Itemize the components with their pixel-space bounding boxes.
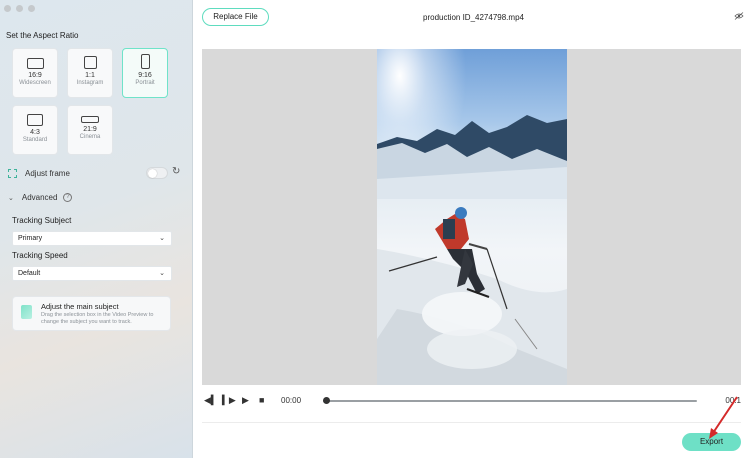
adjust-subject-hint: Adjust the main subject Drag the selecti… xyxy=(12,296,171,331)
adjust-frame-row: Adjust frame ↻ xyxy=(8,166,184,180)
skier-scene-image xyxy=(377,49,567,385)
cinema-icon xyxy=(81,116,99,123)
step-forward-icon[interactable]: ▍▶ xyxy=(222,395,236,406)
step-back-icon[interactable]: ◀▍ xyxy=(204,395,218,406)
stop-icon[interactable]: ■ xyxy=(259,395,264,405)
adjust-frame-label: Adjust frame xyxy=(25,168,70,178)
ratio-value: 16:9 xyxy=(28,72,42,79)
ratio-9-16-card[interactable]: 9:16 Portrait xyxy=(122,48,168,98)
red-arrow-annotation xyxy=(709,396,738,439)
hint-title: Adjust the main subject xyxy=(41,302,119,311)
playback-controls: ◀▍ ▍▶ ▶ ■ 00:00 00:1 xyxy=(202,390,741,412)
video-preview[interactable] xyxy=(202,49,741,385)
subject-icon xyxy=(21,305,32,319)
timeline-track[interactable] xyxy=(323,400,697,402)
play-icon[interactable]: ▶ xyxy=(242,395,249,406)
ratio-1-1-card[interactable]: 1:1 Instagram xyxy=(67,48,113,98)
file-name: production ID_4274798.mp4 xyxy=(423,13,524,22)
chevron-down-icon: ⌄ xyxy=(159,235,165,242)
ratio-4-3-card[interactable]: 4:3 Standard xyxy=(12,105,58,155)
hint-description: Drag the selection box in the Video Prev… xyxy=(41,312,154,325)
maximize-window-button[interactable] xyxy=(28,5,35,12)
ratio-21-9-card[interactable]: 21:9 Cinema xyxy=(67,105,113,155)
reset-icon[interactable]: ↻ xyxy=(172,167,182,177)
ratio-value: 9:16 xyxy=(138,72,152,79)
ratio-value: 4:3 xyxy=(30,129,40,136)
ratio-name: Portrait xyxy=(135,80,155,86)
sidebar: Set the Aspect Ratio 16:9 Widescreen 1:1… xyxy=(0,0,193,458)
ratio-value: 21:9 xyxy=(83,126,97,133)
adjust-frame-toggle[interactable] xyxy=(146,167,168,179)
help-icon[interactable]: ? xyxy=(63,193,73,202)
eye-hidden-icon[interactable] xyxy=(734,12,744,20)
main-panel: Replace File production ID_4274798.mp4 ◀… xyxy=(193,0,750,458)
portrait-icon xyxy=(140,54,150,69)
tracking-speed-label: Tracking Speed xyxy=(12,251,68,260)
chevron-down-icon: ⌄ xyxy=(8,194,14,202)
timeline-scrubber[interactable] xyxy=(323,397,330,404)
ratio-value: 1:1 xyxy=(85,72,95,79)
replace-file-button[interactable]: Replace File xyxy=(202,8,269,26)
current-time: 00:00 xyxy=(281,396,302,405)
square-icon xyxy=(83,56,97,69)
minimize-window-button[interactable] xyxy=(16,5,23,12)
ratio-name: Instagram xyxy=(76,80,104,86)
widescreen-icon xyxy=(26,58,44,69)
tracking-subject-value: Primary xyxy=(18,235,43,242)
window-controls xyxy=(4,5,35,12)
advanced-section-header[interactable]: ⌄ Advanced ? xyxy=(8,193,73,202)
ratio-name: Standard xyxy=(22,137,48,143)
chevron-down-icon: ⌄ xyxy=(159,270,165,277)
aspect-ratio-title: Set the Aspect Ratio xyxy=(6,31,79,40)
tracking-subject-label: Tracking Subject xyxy=(12,216,72,225)
advanced-label: Advanced xyxy=(21,193,58,202)
ratio-16-9-card[interactable]: 16:9 Widescreen xyxy=(12,48,58,98)
divider xyxy=(202,422,741,423)
crop-frame-icon xyxy=(8,168,17,178)
ratio-name: Cinema xyxy=(79,134,101,140)
standard-icon xyxy=(27,114,43,126)
video-frame[interactable] xyxy=(377,49,567,385)
ratio-name: Widescreen xyxy=(19,80,51,86)
tracking-subject-select[interactable]: Primary ⌄ xyxy=(12,231,172,246)
tracking-speed-value: Default xyxy=(18,270,41,277)
close-window-button[interactable] xyxy=(4,5,11,12)
tracking-speed-select[interactable]: Default ⌄ xyxy=(12,266,172,281)
